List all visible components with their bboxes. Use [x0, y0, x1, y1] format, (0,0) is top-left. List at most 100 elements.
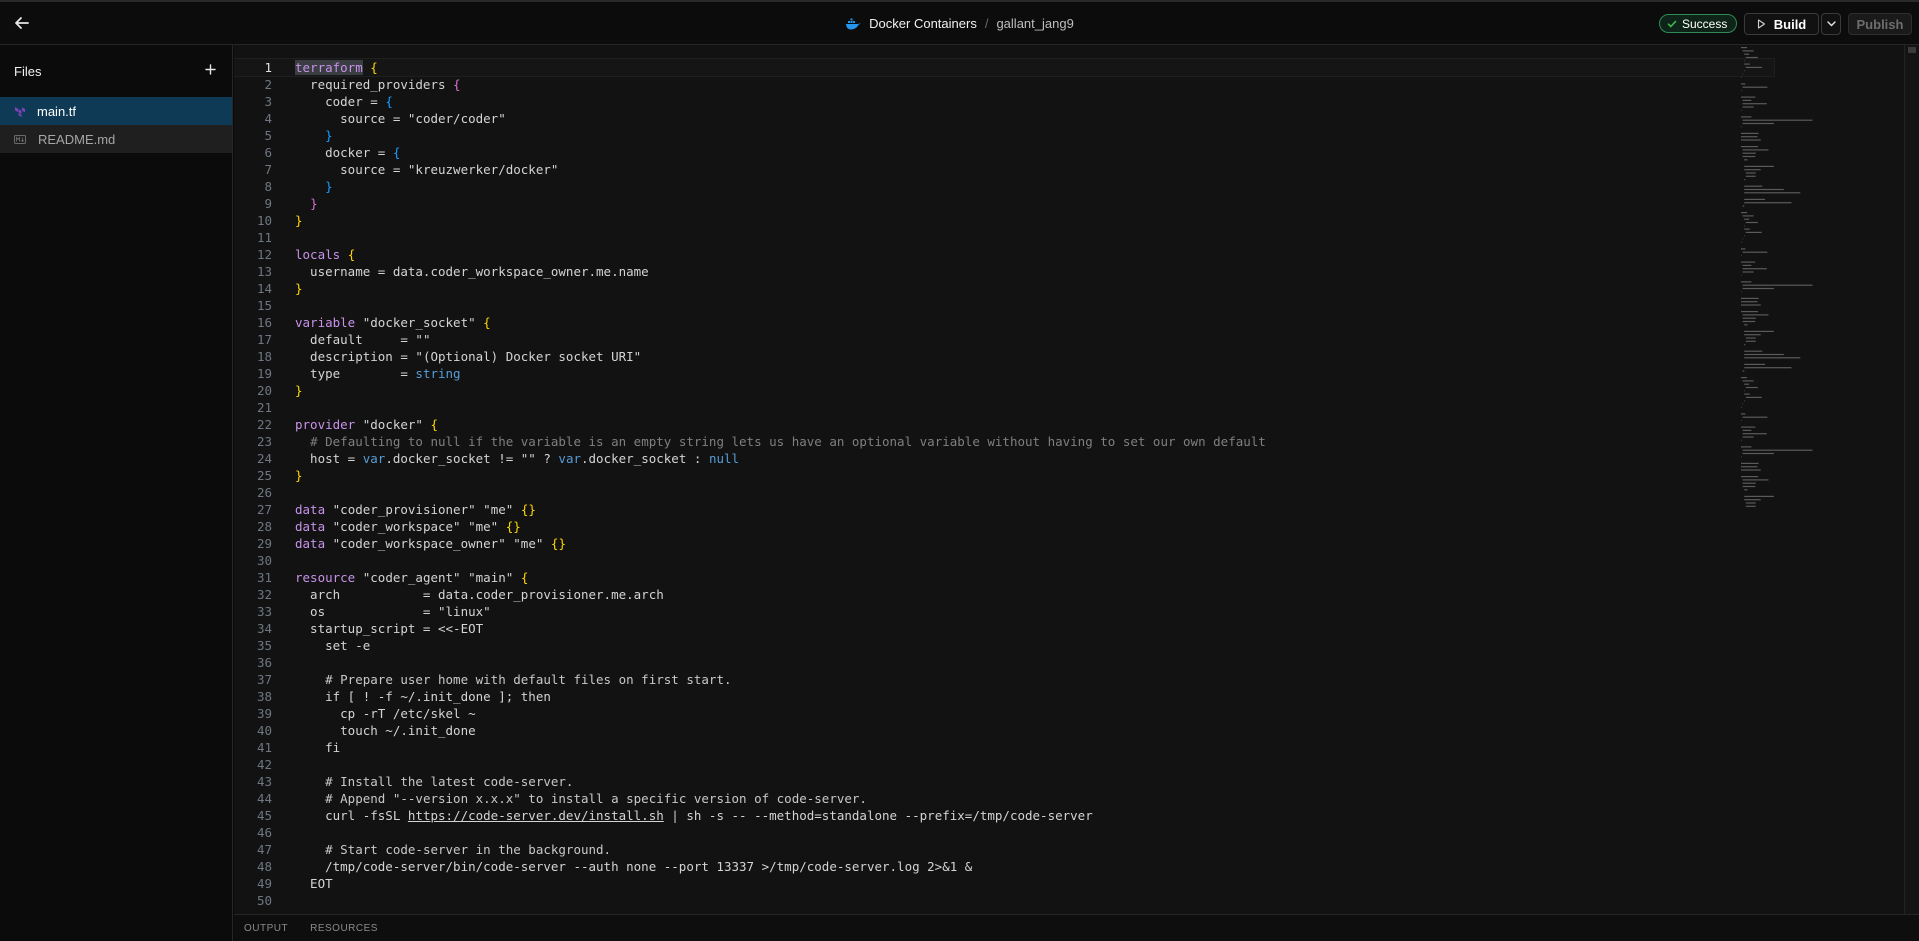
code-line[interactable]: 48 /tmp/code-server/bin/code-server --au…: [234, 858, 1774, 875]
code-line[interactable]: 22 provider "docker" {: [234, 416, 1774, 433]
minimap-line: [1741, 274, 1742, 276]
code-line[interactable]: 19 type = string: [234, 365, 1774, 382]
code-line[interactable]: 10}: [234, 212, 1774, 229]
code-line[interactable]: 26: [234, 484, 1774, 501]
minimap-line: [1744, 367, 1792, 369]
code-line[interactable]: 8 }: [234, 178, 1774, 195]
code-line[interactable]: 21: [234, 399, 1774, 416]
minimap-line: [1742, 287, 1774, 290]
code-line[interactable]: 15: [234, 297, 1774, 314]
code-line[interactable]: 2 required_providers {: [234, 76, 1774, 93]
line-number: 18: [256, 349, 272, 364]
code-line[interactable]: 18 description = "(Optional) Docker sock…: [234, 348, 1774, 365]
minimap-line: [1744, 218, 1750, 220]
code-line[interactable]: 1 terraform {: [234, 58, 1775, 77]
build-menu-button[interactable]: [1821, 13, 1841, 35]
code-line[interactable]: 41 fi: [234, 739, 1774, 756]
minimap-line: [1741, 83, 1746, 85]
minimap-line: [1742, 99, 1752, 101]
file-item-readme-md[interactable]: README.md: [0, 125, 232, 153]
code-line[interactable]: 46: [234, 824, 1774, 841]
build-button[interactable]: Build: [1744, 13, 1819, 35]
minimap-line: [1745, 221, 1758, 224]
minimap-line: [1741, 419, 1742, 422]
publish-button[interactable]: Publish: [1848, 13, 1912, 35]
code-line[interactable]: 5 }: [234, 127, 1774, 144]
version-name[interactable]: gallant_jang9: [996, 16, 1073, 31]
code-line[interactable]: 24 host = var.docker_socket != "" ? var.…: [234, 450, 1774, 467]
minimap[interactable]: [1739, 45, 1859, 914]
line-text: default = "": [295, 332, 431, 347]
minimap-line: [1741, 466, 1758, 468]
minimap-line: [1744, 192, 1801, 194]
code-line[interactable]: 20}: [234, 382, 1774, 399]
code-line[interactable]: 9 }: [234, 195, 1774, 212]
minimap-line: [1744, 330, 1774, 332]
code-line[interactable]: 49 EOT: [234, 875, 1774, 892]
code-line[interactable]: 33 os = "linux": [234, 603, 1774, 620]
code-line[interactable]: 36: [234, 654, 1774, 671]
line-number: 48: [256, 859, 272, 874]
minimap-line: [1745, 231, 1762, 233]
bottom-panel: OUTPUT RESOURCES: [234, 914, 1919, 941]
code-line[interactable]: 40 touch ~/.init_done: [234, 722, 1774, 739]
code-editor[interactable]: 1 terraform {2 required_providers {3 code…: [234, 45, 1919, 914]
code-line[interactable]: 25}: [234, 467, 1774, 484]
tab-resources[interactable]: RESOURCES: [310, 923, 378, 934]
scrollbar-thumb[interactable]: [1908, 47, 1916, 53]
line-number: 6: [264, 145, 272, 160]
code-lines[interactable]: 1 terraform {2 required_providers {3 code…: [234, 58, 1775, 909]
code-line[interactable]: 7 source = "kreuzwerker/docker": [234, 161, 1774, 178]
minimap-line: [1741, 456, 1742, 458]
tab-output[interactable]: OUTPUT: [244, 923, 288, 934]
code-line[interactable]: 11: [234, 229, 1774, 246]
vertical-scrollbar[interactable]: [1904, 45, 1919, 914]
minimap-line: [1741, 126, 1742, 128]
code-line[interactable]: 17 default = "": [234, 331, 1774, 348]
line-text: startup_script = <<-EOT: [295, 621, 484, 636]
code-line[interactable]: 31 resource "coder_agent" "main" {: [234, 569, 1774, 586]
code-line[interactable]: 45 curl -fsSL https://code-server.dev/in…: [234, 807, 1774, 824]
minimap-line: [1745, 505, 1756, 507]
line-number: 26: [256, 485, 272, 500]
code-line[interactable]: 42: [234, 756, 1774, 773]
code-line[interactable]: 44 # Append "--version x.x.x" to install…: [234, 790, 1774, 807]
code-line[interactable]: 39 cp -rT /etc/skel ~: [234, 705, 1774, 722]
minimap-line: [1742, 119, 1813, 121]
minimap-line: [1744, 489, 1748, 491]
code-line[interactable]: 4 source = "coder/coder": [234, 110, 1774, 127]
line-number: 49: [256, 876, 272, 891]
code-line[interactable]: 30: [234, 552, 1774, 569]
code-line[interactable]: 13 username = data.coder_workspace_owner…: [234, 263, 1774, 280]
code-line[interactable]: 27 data "coder_provisioner" "me" {}: [234, 501, 1774, 518]
file-name: README.md: [38, 131, 116, 147]
code-line[interactable]: 43 # Install the latest code-server.: [234, 773, 1774, 790]
minimap-line: [1742, 370, 1745, 372]
code-line[interactable]: 3 coder = {: [234, 93, 1774, 110]
template-name[interactable]: Docker Containers: [869, 16, 977, 31]
code-line[interactable]: 28 data "coder_workspace" "me" {}: [234, 518, 1774, 535]
code-line[interactable]: 34 startup_script = <<-EOT: [234, 620, 1774, 637]
code-line[interactable]: 29 data "coder_workspace_owner" "me" {}: [234, 535, 1774, 552]
code-line[interactable]: 35 set -e: [234, 637, 1774, 654]
code-line[interactable]: 32 arch = data.coder_provisioner.me.arch: [234, 586, 1774, 603]
code-line[interactable]: 6 docker = {: [234, 144, 1774, 161]
minimap-line: [1745, 175, 1756, 177]
minimap-line: [1745, 502, 1756, 504]
code-line[interactable]: 12 locals {: [234, 246, 1774, 263]
code-line[interactable]: 37 # Prepare user home with default file…: [234, 671, 1774, 688]
line-number: 28: [256, 519, 272, 534]
minimap-line: [1744, 383, 1750, 385]
code-line[interactable]: 47 # Start code-server in the background…: [234, 841, 1774, 858]
add-file-button[interactable]: [205, 62, 216, 80]
code-line[interactable]: 23 # Defaulting to null if the variable …: [234, 433, 1774, 450]
code-line[interactable]: 38 if [ ! -f ~/.init_done ]; then: [234, 688, 1774, 705]
code-line[interactable]: 50: [234, 892, 1774, 909]
line-number: 32: [256, 587, 272, 602]
minimap-line: [1741, 96, 1756, 98]
file-item-main-tf[interactable]: main.tf: [0, 97, 232, 125]
code-line[interactable]: 14}: [234, 280, 1774, 297]
code-line[interactable]: 16 variable "docker_socket" {: [234, 314, 1774, 331]
line-number: 5: [264, 128, 272, 143]
line-text: cp -rT /etc/skel ~: [295, 706, 476, 721]
